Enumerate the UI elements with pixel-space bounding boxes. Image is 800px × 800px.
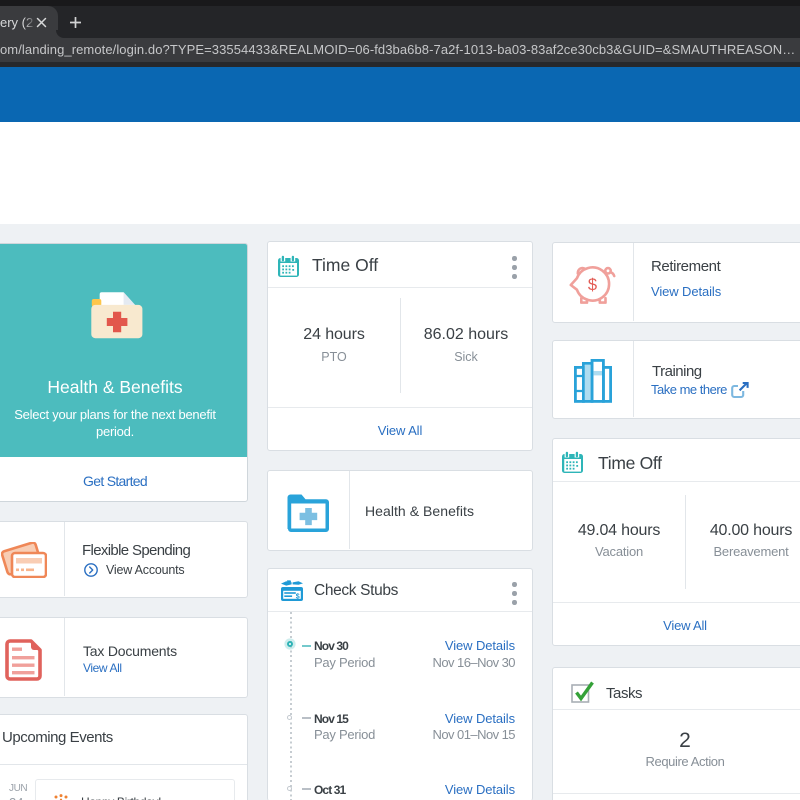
svg-text:$: $	[588, 276, 597, 294]
svg-text:$: $	[296, 594, 300, 601]
